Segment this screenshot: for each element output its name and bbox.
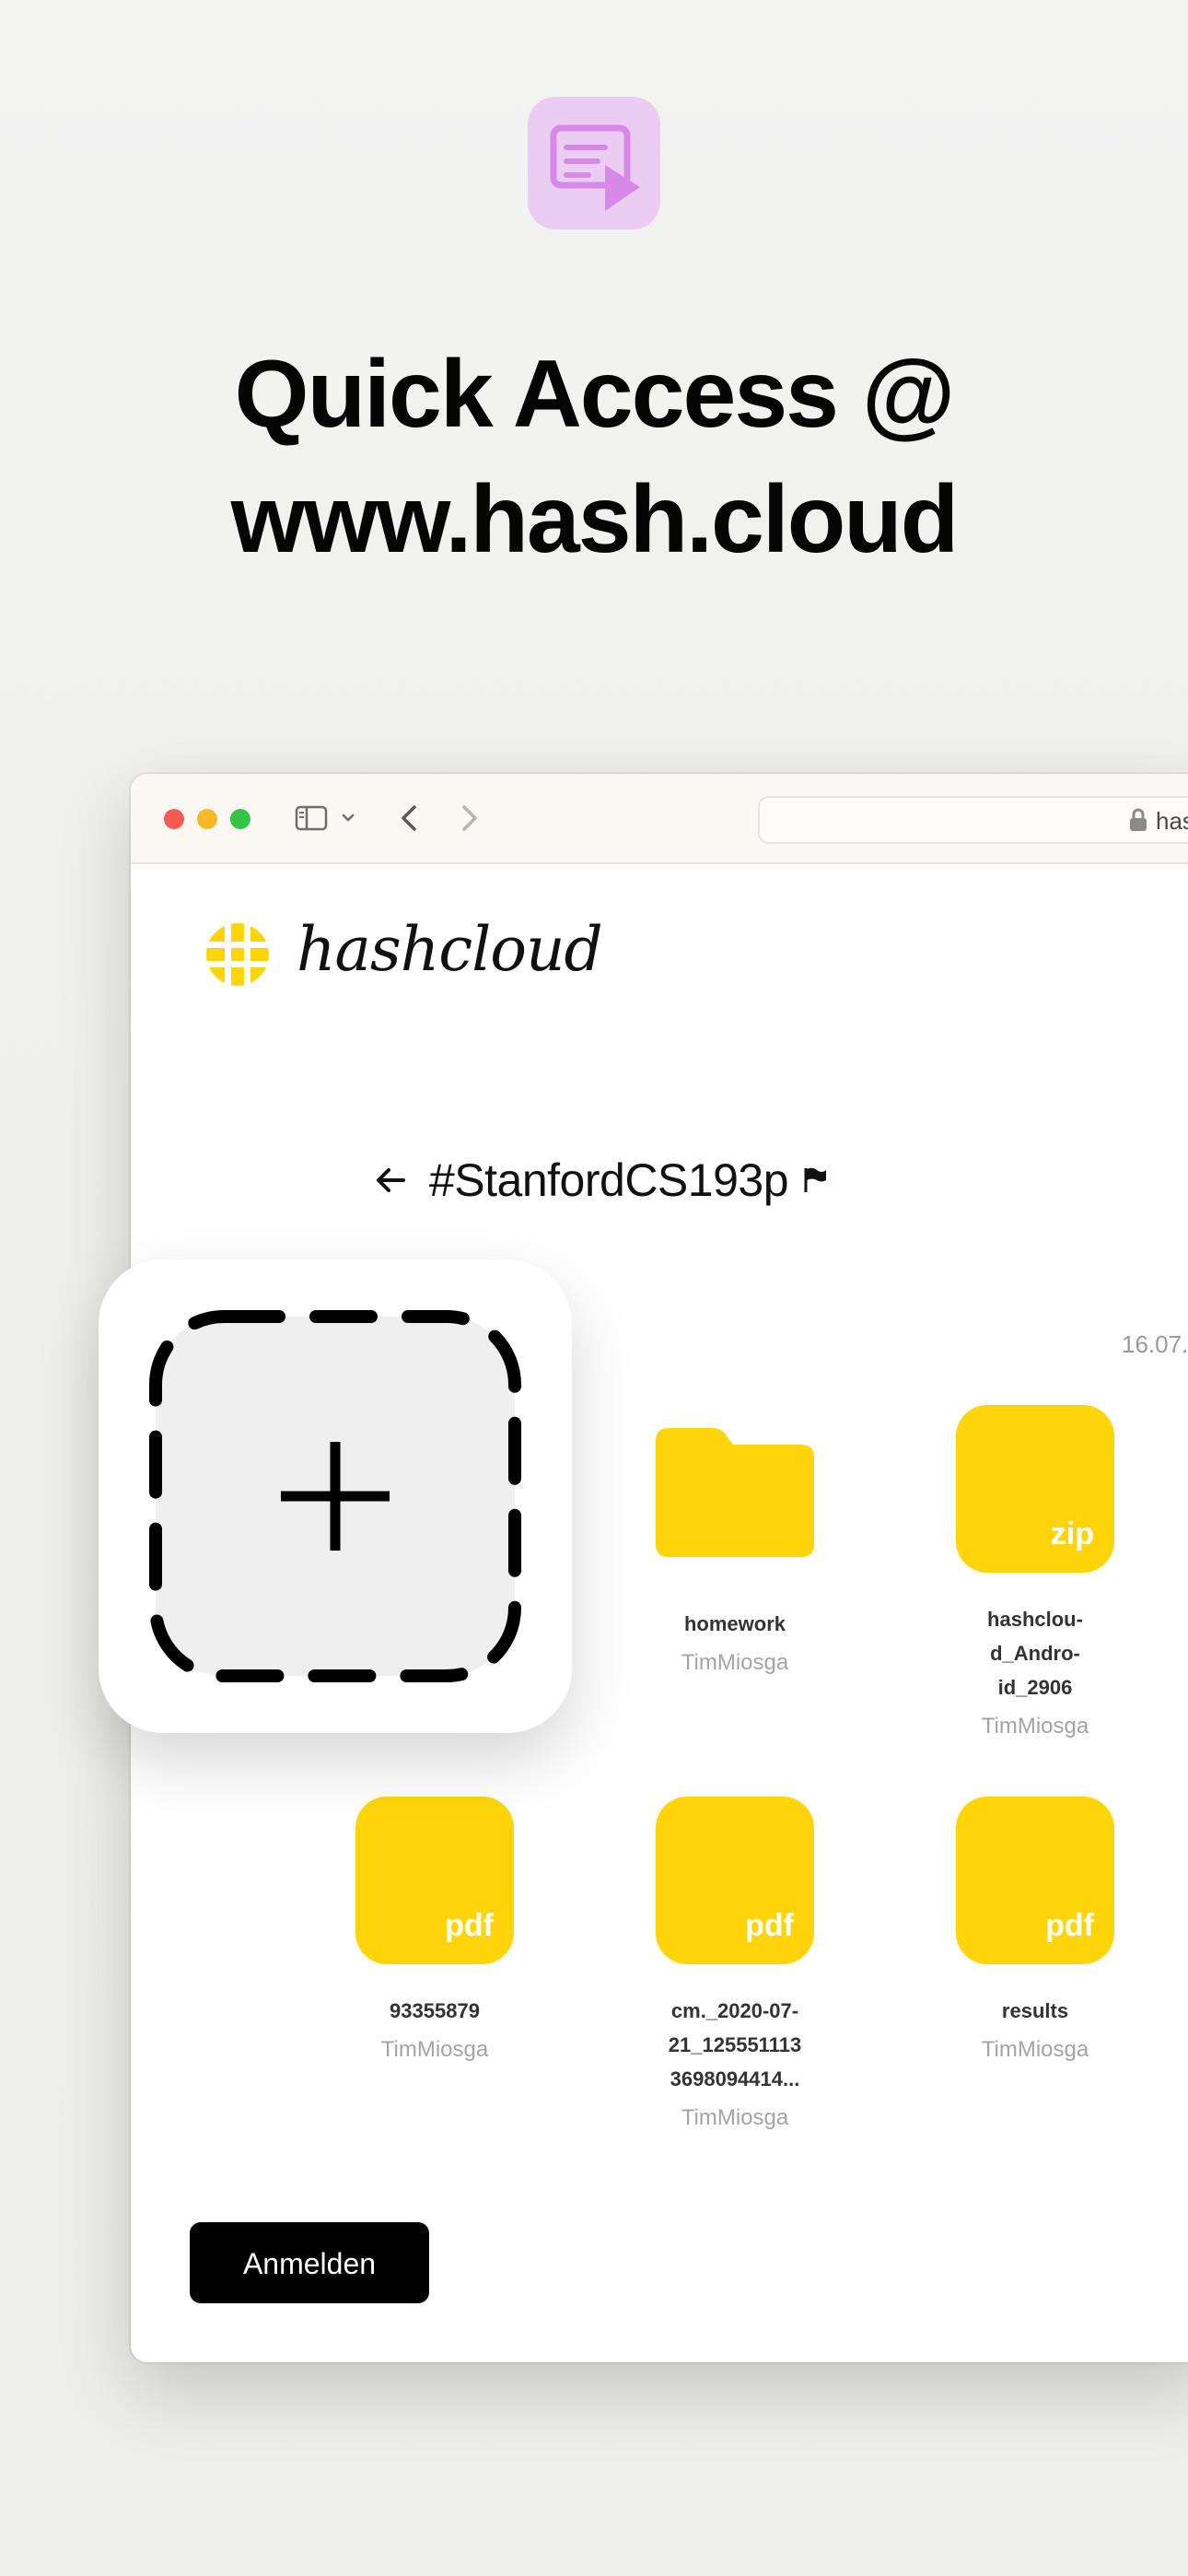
date-label: 16.07. xyxy=(1122,1330,1188,1358)
add-icon[interactable] xyxy=(99,1259,572,1733)
back-nav-icon[interactable] xyxy=(396,800,424,837)
address-bar[interactable]: hash xyxy=(758,796,1188,844)
add-upload-card[interactable] xyxy=(99,1259,572,1733)
file-owner: TimMiosga xyxy=(981,2037,1089,2062)
file-owner: TimMiosga xyxy=(681,2105,789,2130)
file-item-93355879[interactable]: pdf 93355879 TimMiosga xyxy=(324,1797,545,2063)
headline-line-2: www.hash.cloud xyxy=(230,466,960,573)
pdf-file-icon: pdf xyxy=(956,1797,1114,1964)
folder-title: #StanfordCS193p xyxy=(429,1154,789,1206)
address-text: hash xyxy=(1156,807,1188,835)
browser-toolbar: hash xyxy=(131,774,1188,864)
sidebar-toggle-icon[interactable] xyxy=(293,800,330,837)
headline-line-1: Quick Access @ xyxy=(234,341,956,448)
file-name: hashclou- d_Andro- id_2906 xyxy=(987,1608,1083,1699)
file-owner: TimMiosga xyxy=(981,1714,1089,1739)
file-item-cm-2020[interactable]: pdf cm._2020-07- 21_125551113 3698094414… xyxy=(624,1797,845,2131)
message-play-icon xyxy=(550,124,640,211)
forward-nav-icon[interactable] xyxy=(455,800,483,837)
file-item-hashcloud-android[interactable]: zip hashclou- d_Andro- id_2906 TimMiosga xyxy=(925,1405,1146,1739)
file-item-results[interactable]: pdf results TimMiosga xyxy=(925,1797,1146,2063)
close-window-button[interactable] xyxy=(164,809,184,829)
file-extension: pdf xyxy=(745,1908,794,1943)
file-name: 93355879 xyxy=(390,1999,480,2022)
login-button[interactable]: Anmelden xyxy=(190,2222,429,2303)
file-extension: zip xyxy=(1050,1516,1094,1551)
file-name: results xyxy=(1001,1999,1069,2022)
zip-file-icon: zip xyxy=(956,1405,1114,1573)
app-icon xyxy=(528,97,660,229)
file-owner: TimMiosga xyxy=(681,1650,789,1675)
pdf-file-icon: pdf xyxy=(355,1797,514,1964)
minimize-window-button[interactable] xyxy=(197,809,217,829)
chevron-down-icon[interactable] xyxy=(339,800,357,837)
pdf-file-icon: pdf xyxy=(656,1797,814,1964)
file-owner: TimMiosga xyxy=(380,2037,489,2062)
file-extension: pdf xyxy=(445,1908,494,1943)
back-arrow-icon[interactable] xyxy=(372,1162,409,1199)
file-name: cm._2020-07- 21_125551113 3698094414... xyxy=(668,1999,802,2090)
file-name: homework xyxy=(683,1612,786,1635)
file-extension: pdf xyxy=(1045,1908,1094,1943)
folder-icon xyxy=(656,1410,814,1577)
lock-icon xyxy=(1130,808,1147,831)
zoom-window-button[interactable] xyxy=(230,809,250,829)
logo-text: hashcloud xyxy=(297,914,603,985)
hashcloud-logo-icon xyxy=(204,921,271,988)
file-item-homework[interactable]: homework TimMiosga xyxy=(624,1410,845,1676)
flag-icon[interactable] xyxy=(801,1165,829,1196)
folder-header: #StanfordCS193p xyxy=(372,1153,829,1207)
headline: Quick Access @ www.hash.cloud xyxy=(0,332,1188,582)
